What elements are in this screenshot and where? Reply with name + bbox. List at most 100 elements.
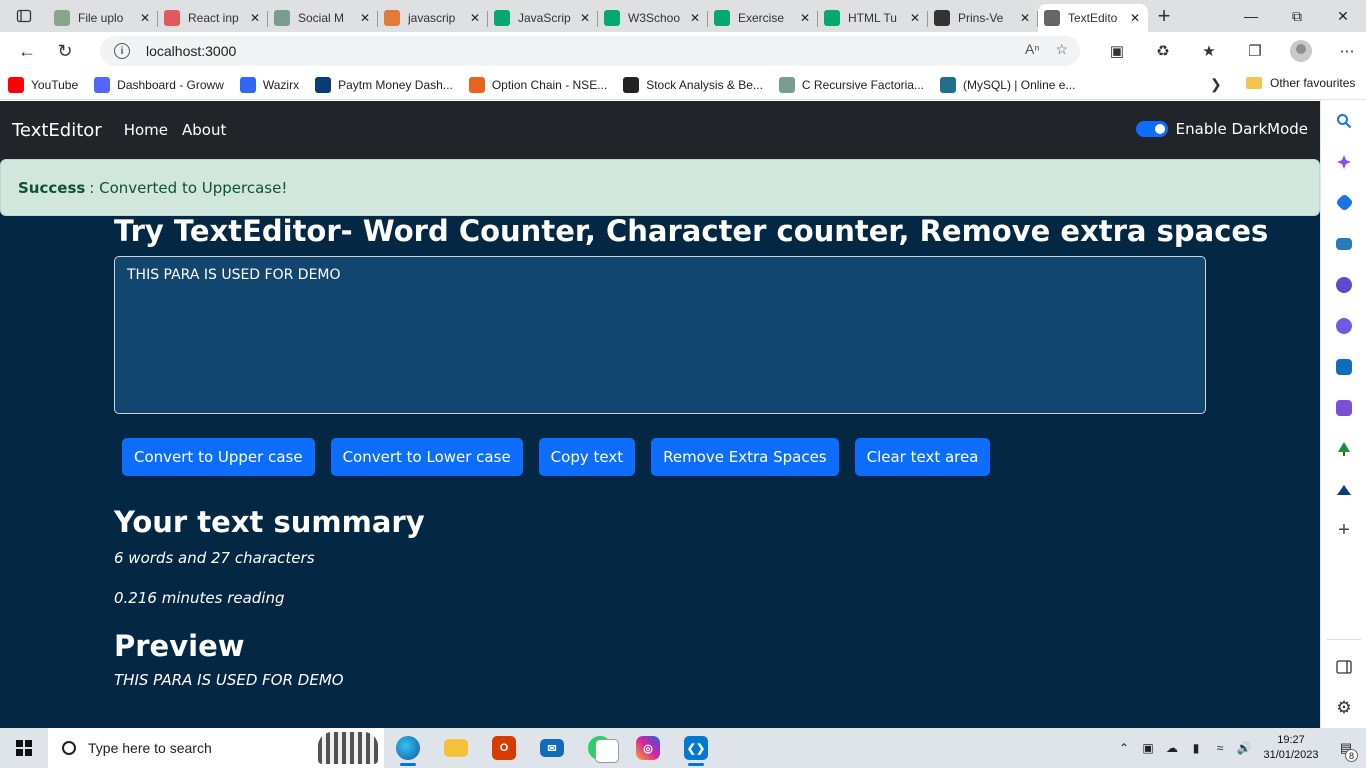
add-sidebar-app-icon[interactable]: + bbox=[1321, 510, 1366, 551]
edge-taskbar-icon[interactable] bbox=[384, 728, 432, 768]
close-window-button[interactable]: ✕ bbox=[1320, 0, 1366, 32]
browser-tab[interactable]: File uplo ✕ bbox=[48, 4, 158, 32]
favourite-link[interactable]: (MySQL) | Online e... bbox=[939, 76, 1076, 93]
browser-tab[interactable]: Exercise ✕ bbox=[708, 4, 818, 32]
favourite-link[interactable]: Dashboard - Groww bbox=[94, 76, 224, 93]
meet-now-icon[interactable]: ▣ bbox=[1136, 741, 1160, 755]
tree-icon[interactable] bbox=[1321, 428, 1366, 469]
url-text[interactable]: localhost:3000 bbox=[146, 43, 236, 59]
back-button[interactable]: ← bbox=[8, 32, 46, 70]
browser-tab[interactable]: Prins-Ve ✕ bbox=[928, 4, 1038, 32]
browser-tab[interactable]: javascrip ✕ bbox=[378, 4, 488, 32]
onedrive-icon[interactable]: ☁ bbox=[1160, 741, 1184, 755]
close-tab-icon[interactable]: ✕ bbox=[578, 11, 592, 25]
url-bar[interactable]: i localhost:3000 Aⁿ ☆ bbox=[100, 36, 1080, 66]
profile-avatar[interactable] bbox=[1278, 32, 1324, 70]
copy-text-button[interactable]: Copy text bbox=[538, 438, 636, 476]
wifi-icon[interactable]: ≈ bbox=[1208, 741, 1232, 755]
favourite-link[interactable]: Option Chain - NSE... bbox=[468, 76, 607, 93]
brand-link[interactable]: TextEditor bbox=[12, 120, 102, 141]
clock-time: 19:27 bbox=[1277, 734, 1305, 746]
sidebar-settings-gear-icon[interactable]: ⚙ bbox=[1321, 687, 1366, 728]
other-favourites[interactable]: Other favourites bbox=[1246, 76, 1355, 90]
games-icon[interactable] bbox=[1321, 264, 1366, 305]
chevron-up-icon[interactable]: ⌃ bbox=[1112, 741, 1136, 755]
favourites-icon[interactable]: ★ bbox=[1186, 32, 1232, 70]
instagram-icon[interactable]: ◎ bbox=[624, 728, 672, 768]
darkmode-switch[interactable] bbox=[1135, 121, 1168, 137]
designer-icon[interactable] bbox=[1321, 387, 1366, 428]
read-aloud-icon[interactable]: Aⁿ bbox=[1025, 41, 1039, 58]
browser-tab[interactable]: HTML Tu ✕ bbox=[818, 4, 928, 32]
close-tab-icon[interactable]: ✕ bbox=[1018, 11, 1032, 25]
file-explorer-icon[interactable] bbox=[432, 728, 480, 768]
hide-sidebar-icon[interactable] bbox=[1321, 646, 1366, 687]
javascript-favicon bbox=[384, 10, 400, 26]
text-input-area[interactable]: THIS PARA IS USED FOR DEMO bbox=[114, 256, 1206, 414]
browser-tab-strip: File uplo ✕ React inp ✕ Social M ✕ javascrip ✕ J… bbox=[0, 0, 1366, 32]
copilot-icon[interactable] bbox=[1321, 141, 1366, 182]
office-icon[interactable]: O bbox=[480, 728, 528, 768]
lowercase-button[interactable]: Convert to Lower case bbox=[330, 438, 523, 476]
search-icon[interactable] bbox=[1321, 100, 1366, 141]
nse-icon bbox=[468, 76, 485, 93]
whatsapp-icon[interactable]: ✆ 39 bbox=[576, 728, 624, 768]
battery-icon[interactable]: ▮ bbox=[1184, 741, 1208, 755]
favourite-label: (MySQL) | Online e... bbox=[962, 77, 1076, 92]
site-info-icon[interactable]: i bbox=[114, 43, 130, 59]
browser-tab[interactable]: W3Schoo ✕ bbox=[598, 4, 708, 32]
browser-tab[interactable]: React inp ✕ bbox=[158, 4, 268, 32]
outlook-icon[interactable] bbox=[1321, 346, 1366, 387]
taskbar-search-box[interactable]: Type here to search bbox=[48, 728, 384, 768]
clear-text-button[interactable]: Clear text area bbox=[854, 438, 991, 476]
nav-home-link[interactable]: Home bbox=[124, 121, 168, 139]
microsoft-365-icon[interactable] bbox=[1321, 305, 1366, 346]
close-tab-icon[interactable]: ✕ bbox=[248, 11, 262, 25]
taskbar-clock[interactable]: 19:27 31/01/2023 bbox=[1256, 733, 1326, 763]
favourite-link[interactable]: YouTube bbox=[8, 76, 78, 93]
favourite-link[interactable]: Stock Analysis & Be... bbox=[623, 76, 763, 93]
browser-tab[interactable]: JavaScrip ✕ bbox=[488, 4, 598, 32]
settings-more-icon[interactable]: ⋯ bbox=[1324, 32, 1366, 70]
favourite-label: Dashboard - Groww bbox=[117, 77, 224, 92]
windows-start-icon[interactable] bbox=[0, 728, 48, 768]
refresh-button[interactable]: ↻ bbox=[46, 32, 84, 70]
darkmode-toggle[interactable]: Enable DarkMode bbox=[1135, 120, 1308, 138]
restore-button[interactable]: ⧉ bbox=[1274, 0, 1320, 32]
favourite-link[interactable]: Wazirx bbox=[239, 76, 299, 93]
vscode-icon[interactable]: ❮❯ bbox=[672, 728, 720, 768]
new-tab-button[interactable]: + bbox=[1148, 2, 1180, 30]
volume-icon[interactable]: 🔊 bbox=[1232, 741, 1256, 755]
zebra-illustration-icon bbox=[318, 732, 378, 764]
alert-type: Success bbox=[18, 178, 86, 197]
chevron-right-icon[interactable]: ❯ bbox=[1210, 76, 1222, 93]
summary-counts: 6 words and 27 characters bbox=[114, 549, 315, 567]
mail-icon[interactable]: ✉ bbox=[528, 728, 576, 768]
notification-center-icon[interactable]: ▤ 8 bbox=[1326, 728, 1366, 768]
close-tab-icon[interactable]: ✕ bbox=[688, 11, 702, 25]
close-tab-icon[interactable]: ✕ bbox=[798, 11, 812, 25]
remove-spaces-button[interactable]: Remove Extra Spaces bbox=[651, 438, 839, 476]
close-tab-icon[interactable]: ✕ bbox=[1128, 11, 1142, 25]
close-tab-icon[interactable]: ✕ bbox=[358, 11, 372, 25]
close-tab-icon[interactable]: ✕ bbox=[468, 11, 482, 25]
uppercase-button[interactable]: Convert to Upper case bbox=[122, 438, 315, 476]
groww-icon bbox=[94, 76, 111, 93]
browser-tab[interactable]: TextEdito ✕ bbox=[1038, 4, 1148, 32]
close-tab-icon[interactable]: ✕ bbox=[138, 11, 152, 25]
tracking-prevention-icon[interactable]: ▣ bbox=[1094, 32, 1140, 70]
collections-icon[interactable]: ❐ bbox=[1232, 32, 1278, 70]
tab-actions-icon[interactable] bbox=[0, 0, 48, 32]
browser-tab[interactable]: Social M ✕ bbox=[268, 4, 378, 32]
favourite-link[interactable]: C Recursive Factoria... bbox=[778, 76, 924, 93]
close-tab-icon[interactable]: ✕ bbox=[908, 11, 922, 25]
nav-about-link[interactable]: About bbox=[182, 121, 226, 139]
minimize-button[interactable]: — bbox=[1228, 0, 1274, 32]
shopping-tag-icon[interactable] bbox=[1321, 182, 1366, 223]
favourite-link[interactable]: Paytm Money Dash... bbox=[315, 76, 453, 93]
window-controls: — ⧉ ✕ bbox=[1228, 0, 1366, 32]
tools-briefcase-icon[interactable] bbox=[1321, 223, 1366, 264]
paytm-money-icon[interactable] bbox=[1321, 469, 1366, 510]
add-favourite-icon[interactable]: ☆ bbox=[1055, 41, 1068, 58]
extensions-icon[interactable]: ♻ bbox=[1140, 32, 1186, 70]
